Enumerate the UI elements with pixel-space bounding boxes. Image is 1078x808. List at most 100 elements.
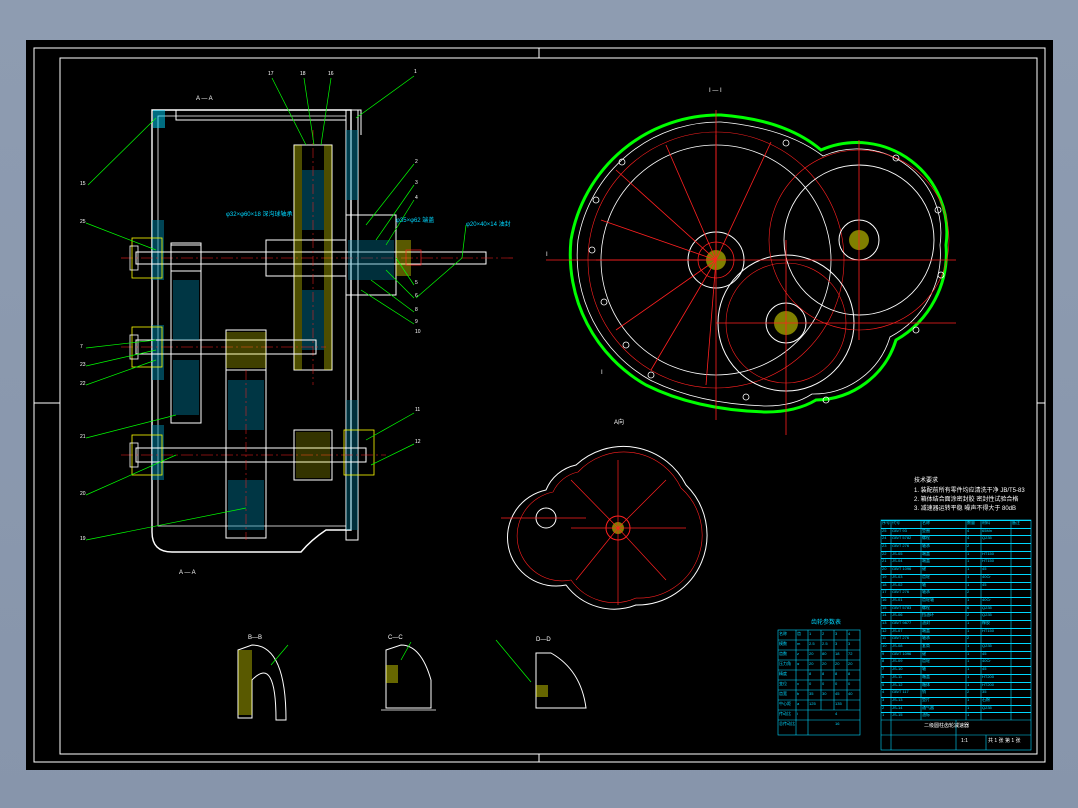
section-aa-label: A — A xyxy=(196,96,213,102)
part-number: 5 xyxy=(415,280,418,286)
parts-list-cell: 65Mn xyxy=(982,527,993,533)
part-number: 21 xyxy=(80,434,86,440)
param-table-cell: 16 xyxy=(835,721,840,726)
parts-list-cell: 端盖 xyxy=(922,558,930,564)
section-bb-label: B—B xyxy=(248,635,263,641)
param-table-cell: 0 xyxy=(835,681,838,686)
parts-list-cell: GB/T 1096 xyxy=(892,650,912,656)
parts-list-cell: 4 xyxy=(967,527,970,533)
param-table-cell: 齿 xyxy=(797,631,801,636)
param-table-cell: 总传动比 xyxy=(779,721,795,726)
part-number: 1 xyxy=(414,69,417,75)
tech-req-line: 1. 装配前所有零件均应清洗干净 JB/T5-83 xyxy=(914,488,1025,494)
parts-list-row-line xyxy=(881,650,1031,652)
param-table-cell: 中心距 xyxy=(779,701,791,706)
parts-list-cell: 2 xyxy=(967,543,970,549)
param-table-cell: 4 xyxy=(848,631,851,636)
param-table-cell: 20 xyxy=(822,661,827,666)
part-number: 15 xyxy=(80,181,86,187)
parts-list-row-line xyxy=(881,558,1031,560)
part-number: 8 xyxy=(415,307,418,313)
parts-list-row-line xyxy=(881,520,1031,521)
parts-list-cell: 4 xyxy=(967,535,970,541)
parts-list-cell: JS-09 xyxy=(892,658,903,664)
param-table-cell: 18 xyxy=(835,651,840,656)
parts-list-cell: 挡油环 xyxy=(922,612,934,618)
parts-list-cell: 45 xyxy=(982,666,987,672)
parts-list-cell: 1 xyxy=(967,643,970,649)
param-table-cell: 名称 xyxy=(779,631,787,636)
parts-list-cell: 1 xyxy=(967,573,970,579)
part-number: 22 xyxy=(80,381,86,387)
parts-list-cell: 垫圈 xyxy=(922,527,930,533)
part-number: 25 xyxy=(80,219,86,225)
parts-list-cell: 19 xyxy=(882,573,887,579)
param-table-cell: 1 xyxy=(809,631,812,636)
param-table-cell: i xyxy=(797,711,798,716)
parts-list-header-cell: 材料 xyxy=(982,520,990,525)
parts-list-row-line xyxy=(881,696,1031,698)
parts-list-cell: 1 xyxy=(967,712,970,718)
parts-list-cell: 端盖 xyxy=(922,550,930,556)
param-table-cell: 3 xyxy=(848,641,851,646)
parts-list-cell: HT200 xyxy=(982,681,995,687)
parts-list-cell: 齿轮轴 xyxy=(922,596,934,602)
part-number: 3 xyxy=(415,180,418,186)
parts-list-cell: GB/T 276 xyxy=(892,589,910,595)
parts-list-cell: 轴承 xyxy=(922,589,930,595)
part-number: 23 xyxy=(80,362,86,368)
title-block-sheet: 共 1 张 第 1 张 xyxy=(988,738,1021,744)
part-number: 12 xyxy=(415,439,421,445)
parts-list-cell: 套筒 xyxy=(922,643,930,649)
part-number: 16 xyxy=(328,71,334,77)
parts-list-row-line xyxy=(881,543,1031,545)
parts-list-row-line xyxy=(881,550,1031,552)
param-table-cell: 45 xyxy=(835,691,840,696)
parts-list-row-line xyxy=(881,596,1031,598)
parts-list-cell: Q235 xyxy=(982,643,992,649)
parts-list-cell: 11 xyxy=(882,635,887,641)
parts-list-cell: HT150 xyxy=(982,627,995,633)
parts-list-cell: 21 xyxy=(882,558,887,564)
parts-list-cell: 轴承 xyxy=(922,635,930,641)
parts-list-cell: 7 xyxy=(882,666,885,672)
parts-list-cell: 35 xyxy=(982,689,987,695)
parts-list-cell: 2 xyxy=(967,635,970,641)
parts-list-cell: 齿轮 xyxy=(922,573,930,579)
parts-list-cell: 24 xyxy=(882,535,887,541)
parts-list-cell: JS-08 xyxy=(892,643,903,649)
parts-list-cell: GB/T 276 xyxy=(892,635,910,641)
parts-list-cell: 通气器 xyxy=(922,704,934,710)
parts-list-cell: 8 xyxy=(882,658,885,664)
parts-list-row-line xyxy=(881,589,1031,591)
parts-list-row-line xyxy=(881,689,1031,691)
parts-list-cell: 箱体 xyxy=(922,681,930,687)
parts-list-cell: GB/T 9877 xyxy=(892,620,912,625)
section-cc-label: C—C xyxy=(388,635,403,641)
param-table-cell: 20 xyxy=(848,661,853,666)
parts-list-cell: 1 xyxy=(967,581,970,587)
callout-note-2: φ35×φ62 端盖 xyxy=(396,218,435,224)
param-table-cell: 8 xyxy=(822,671,825,676)
parts-list-cell: 9 xyxy=(882,650,885,656)
leader-lines xyxy=(85,75,467,541)
param-table-cell: 0 xyxy=(809,681,812,686)
parts-list-cell: 13 xyxy=(882,620,887,625)
part-number: 2 xyxy=(415,159,418,165)
parts-list-cell: 轴 xyxy=(922,581,926,587)
tech-req-line: 3. 减速器运转平稳 噪声不得大于 80dB xyxy=(914,506,1017,512)
tech-req-title: 技术要求 xyxy=(914,478,939,484)
parts-list-row-line xyxy=(881,658,1031,660)
parts-list-cell: 45 xyxy=(982,650,987,656)
part-number: 19 xyxy=(80,536,86,542)
parts-list-cell: 6 xyxy=(967,604,970,610)
param-table-title: 齿轮参数表 xyxy=(811,620,842,626)
parts-list-cell: Q235 xyxy=(982,604,992,610)
parts-list-cell: 螺栓 xyxy=(922,535,930,541)
part-number: 17 xyxy=(268,71,274,77)
parts-list-cell: JS-01 xyxy=(892,596,903,602)
part-number: 4 xyxy=(415,195,418,201)
param-table-cell: 80 xyxy=(822,651,827,656)
parts-list-row-line xyxy=(881,666,1031,668)
parts-list-cell: 45 xyxy=(982,566,987,572)
